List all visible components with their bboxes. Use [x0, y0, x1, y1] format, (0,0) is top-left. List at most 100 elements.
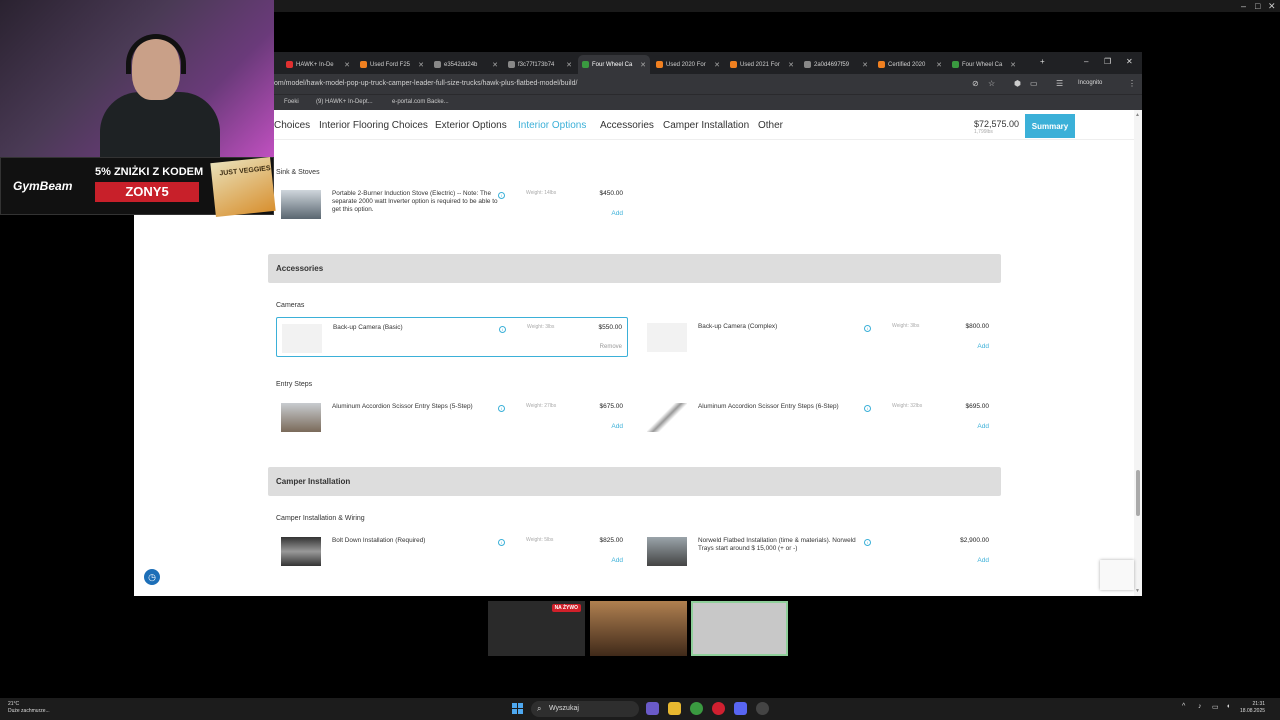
option-camera-complex[interactable]: Back-up Camera (Complex) i Weight: 3lbs … — [642, 317, 994, 357]
chrome-icon[interactable] — [690, 702, 703, 715]
address-bar[interactable]: om/model/hawk-model-pop-up-truck-camper-… — [134, 74, 1142, 94]
add-stove-button[interactable]: Add — [611, 210, 623, 217]
browser-tab[interactable]: Certified 2020 ✕ — [874, 55, 946, 74]
windows-start-icon[interactable] — [512, 703, 524, 715]
tab-close-icon[interactable]: ✕ — [492, 61, 498, 69]
scroll-down-icon[interactable]: ▼ — [1135, 588, 1140, 594]
url-text[interactable]: om/model/hawk-model-pop-up-truck-camper-… — [274, 80, 577, 87]
info-icon[interactable]: i — [864, 539, 871, 546]
window-restore-icon[interactable]: ❐ — [1104, 57, 1111, 66]
option-camera-basic[interactable]: Back-up Camera (Basic) i Weight: 3lbs $5… — [276, 317, 628, 357]
microphone-icon[interactable]: ♪ — [1198, 703, 1202, 710]
info-icon[interactable]: i — [864, 405, 871, 412]
maximize-icon[interactable]: □ — [1255, 1, 1260, 11]
window-close-icon[interactable]: ✕ — [1126, 57, 1133, 66]
total-weight: 1,799lbs — [974, 129, 993, 135]
add-steps-5-button[interactable]: Add — [611, 423, 623, 430]
tab-title: Used 2020 For — [666, 61, 706, 68]
nav-item-camper-installation[interactable]: Camper Installation — [663, 120, 749, 131]
option-weight: Weight: 32lbs — [892, 403, 923, 409]
app-icon[interactable] — [756, 702, 769, 715]
participant-avatar-active[interactable] — [691, 601, 788, 656]
tab-close-icon[interactable]: ✕ — [862, 61, 868, 69]
remove-camera-basic-button[interactable]: Remove — [600, 344, 622, 350]
tab-close-icon[interactable]: ✕ — [640, 61, 646, 69]
tab-close-icon[interactable]: ✕ — [788, 61, 794, 69]
tab-close-icon[interactable]: ✕ — [714, 61, 720, 69]
info-icon[interactable]: i — [499, 326, 506, 333]
tab-close-icon[interactable]: ✕ — [418, 61, 424, 69]
volume-icon[interactable]: ◖ — [1226, 703, 1230, 710]
bookmark-item[interactable]: (9) HAWK+ In-Dept... — [316, 99, 373, 105]
file-explorer-icon[interactable] — [668, 702, 681, 715]
info-icon[interactable]: i — [864, 325, 871, 332]
new-tab-icon[interactable]: + — [1040, 57, 1045, 66]
summary-button[interactable]: Summary — [1025, 114, 1075, 138]
info-icon[interactable]: i — [498, 405, 505, 412]
option-steps-5[interactable]: Aluminum Accordion Scissor Entry Steps (… — [276, 397, 628, 437]
browser-tab[interactable]: HAWK+ In-De ✕ — [282, 55, 354, 74]
close-icon[interactable]: ✕ — [1268, 1, 1276, 12]
participant-avatar[interactable] — [590, 601, 687, 656]
browser-tab[interactable]: 2a0d4697f59 ✕ — [800, 55, 872, 74]
browser-tab[interactable]: Used 2020 For ✕ — [652, 55, 724, 74]
scroll-up-icon[interactable]: ▲ — [1135, 112, 1140, 118]
add-norweld-button[interactable]: Add — [977, 557, 989, 564]
page-scrollbar[interactable]: ▲ ▼ — [1134, 110, 1142, 596]
taskbar-search[interactable]: ⌕ Wyszukaj — [531, 701, 639, 717]
window-minimize-icon[interactable]: – — [1084, 57, 1088, 66]
network-icon[interactable]: ▭ — [1212, 703, 1219, 711]
browser-tab[interactable]: e3542dd24b ✕ — [430, 55, 502, 74]
browser-tab[interactable]: Used Ford F25 ✕ — [356, 55, 428, 74]
nav-item-interior-flooring[interactable]: Interior Flooring Choices — [319, 120, 428, 131]
tab-close-icon[interactable]: ✕ — [1010, 61, 1016, 69]
option-norweld[interactable]: Norweld Flatbed Installation (time & mat… — [642, 531, 994, 571]
add-steps-6-button[interactable]: Add — [977, 423, 989, 430]
browser-tab[interactable]: Four Wheel Ca ✕ — [948, 55, 1020, 74]
bookmark-item[interactable]: Foeki — [284, 99, 299, 105]
browser-tab[interactable]: f3c77f173b74 ✕ — [504, 55, 576, 74]
tab-title: 2a0d4697f59 — [814, 61, 850, 68]
teams-icon[interactable] — [646, 702, 659, 715]
live-badge: NA ŻYWO — [551, 604, 581, 612]
browser-tab[interactable]: Four Wheel Ca ✕ — [578, 55, 650, 74]
total-price: $72,575.00 — [974, 119, 1020, 129]
tab-close-icon[interactable]: ✕ — [566, 61, 572, 69]
opera-icon[interactable] — [712, 702, 725, 715]
tab-close-icon[interactable]: ✕ — [936, 61, 942, 69]
streamer-body — [100, 92, 220, 157]
scrollbar-thumb[interactable] — [1136, 470, 1140, 516]
add-camera-complex-button[interactable]: Add — [977, 343, 989, 350]
discord-icon[interactable] — [734, 702, 747, 715]
tray-expand-icon[interactable]: ^ — [1182, 703, 1185, 710]
weather-widget[interactable]: 21°C Duże zachmurze... — [8, 701, 50, 715]
menu-icon[interactable]: ⋮ — [1128, 79, 1136, 88]
tab-close-icon[interactable]: ✕ — [344, 61, 350, 69]
nav-item-interior-options[interactable]: Interior Options — [518, 120, 586, 131]
history-icon[interactable]: ◷ — [142, 567, 162, 587]
clock-date: 18.08.2025 — [1240, 708, 1266, 714]
info-icon[interactable]: i — [498, 192, 505, 199]
recaptcha-badge[interactable] — [1100, 560, 1134, 590]
info-icon[interactable]: i — [498, 539, 505, 546]
norweld-image — [647, 537, 687, 566]
option-steps-6[interactable]: Aluminum Accordion Scissor Entry Steps (… — [642, 397, 994, 437]
add-bolt-down-button[interactable]: Add — [611, 557, 623, 564]
nav-item-exterior-options[interactable]: Exterior Options — [435, 120, 507, 131]
tab-search-icon[interactable]: ☰ — [1056, 79, 1063, 88]
nav-item-choices[interactable]: Choices — [274, 120, 310, 131]
star-icon[interactable]: ☆ — [988, 79, 995, 88]
participant-screen[interactable]: NA ŻYWO — [488, 601, 585, 656]
minimize-icon[interactable]: – — [1241, 1, 1246, 11]
sidebar-icon[interactable]: ▭ — [1030, 79, 1038, 88]
incognito-label[interactable]: Incognito — [1078, 80, 1102, 86]
option-bolt-down[interactable]: Bolt Down Installation (Required) i Weig… — [276, 531, 628, 571]
nav-item-other[interactable]: Other — [758, 120, 783, 131]
bookmark-item[interactable]: e-portal.com Backe... — [392, 99, 449, 105]
clock[interactable]: 21:31 18.08.2025 — [1240, 701, 1265, 715]
extensions-icon[interactable]: ⬢ — [1014, 79, 1021, 88]
nav-item-accessories[interactable]: Accessories — [600, 120, 654, 131]
eye-off-icon[interactable]: ⊘ — [972, 79, 979, 88]
option-price: $550.00 — [598, 324, 623, 331]
browser-tab[interactable]: Used 2021 For ✕ — [726, 55, 798, 74]
